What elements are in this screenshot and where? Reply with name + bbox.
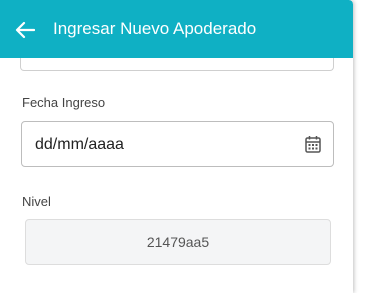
dialog-title: Ingresar Nuevo Apoderado (53, 19, 257, 38)
screen: Ingresar Nuevo Apoderado Fecha Ingreso d… (0, 0, 367, 293)
new-guardian-dialog: Ingresar Nuevo Apoderado Fecha Ingreso d… (0, 0, 353, 293)
calendar-icon[interactable] (305, 135, 321, 153)
arrow-left-icon (15, 21, 35, 39)
nivel-value: 21479aa5 (146, 234, 210, 250)
fecha-ingreso-label: Fecha Ingreso (22, 95, 106, 110)
back-button[interactable] (12, 17, 38, 43)
dialog-header: Ingresar Nuevo Apoderado (0, 0, 353, 58)
nivel-label: Nivel (22, 194, 51, 209)
fecha-ingreso-input[interactable]: dd/mm/aaaa (21, 121, 334, 167)
fecha-ingreso-value: dd/mm/aaaa (35, 136, 124, 153)
nivel-readonly-field: 21479aa5 (25, 219, 331, 265)
